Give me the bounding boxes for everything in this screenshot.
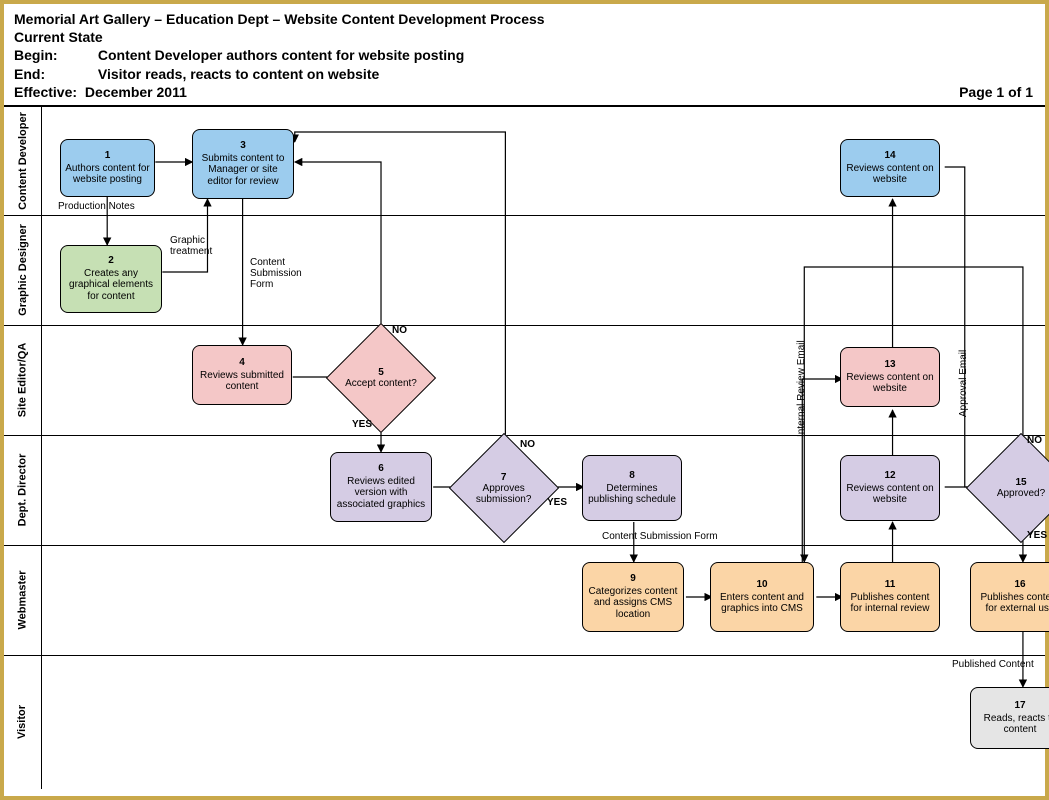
edge-label-yes-7: YES bbox=[547, 497, 567, 508]
end-label: End: bbox=[14, 65, 94, 83]
lane-label-webmaster: Webmaster bbox=[4, 545, 42, 655]
diagram-canvas: 1 Authors content for website posting 3 … bbox=[42, 107, 1045, 789]
step-4-reviews-submitted: 4 Reviews submitted content bbox=[192, 345, 292, 405]
step-11-publish-internal: 11 Publishes content for internal review bbox=[840, 562, 940, 632]
edge-label-content-submission-form: Content Submission Form bbox=[250, 257, 320, 290]
step-14-reviews-content: 14 Reviews content on website bbox=[840, 139, 940, 197]
diagram-end-row: End: Visitor reads, reacts to content on… bbox=[14, 65, 1035, 83]
edge-label-production-notes: Production Notes bbox=[58, 201, 135, 212]
effective-label: Effective: bbox=[14, 83, 77, 101]
lane-label-visitor: Visitor bbox=[4, 655, 42, 789]
edge-label-no-7: NO bbox=[520, 439, 535, 450]
step-1-authors-content: 1 Authors content for website posting bbox=[60, 139, 155, 197]
edge-label-no-5: NO bbox=[392, 325, 407, 336]
edge-label-yes-5: YES bbox=[352, 419, 372, 430]
effective-value: December 2011 bbox=[85, 84, 187, 100]
step-13-reviews-content: 13 Reviews content on website bbox=[840, 347, 940, 407]
step-16-publish-external: 16 Publishes content for external use bbox=[970, 562, 1049, 632]
diagram-begin-row: Begin: Content Developer authors content… bbox=[14, 46, 1035, 64]
diagram-title: Memorial Art Gallery – Education Dept – … bbox=[14, 10, 1035, 28]
swimlane-diagram: Memorial Art Gallery – Education Dept – … bbox=[0, 0, 1049, 800]
step-17-reads-reacts: 17 Reads, reacts to content bbox=[970, 687, 1049, 749]
step-6-reviews-edited: 6 Reviews edited version with associated… bbox=[330, 452, 432, 522]
edge-label-published-content: Published Content bbox=[952, 659, 1034, 670]
step-3-submits-content: 3 Submits content to Manager or site edi… bbox=[192, 129, 294, 199]
begin-label: Begin: bbox=[14, 46, 94, 64]
step-10-enters-cms: 10 Enters content and graphics into CMS bbox=[710, 562, 814, 632]
diagram-state: Current State bbox=[14, 28, 1035, 46]
decision-5-accept-content: 5Accept content? bbox=[326, 323, 436, 433]
step-8-publishing-schedule: 8 Determines publishing schedule bbox=[582, 455, 682, 521]
begin-value: Content Developer authors content for we… bbox=[98, 47, 464, 63]
edge-label-approval-email: Approval Email bbox=[958, 350, 969, 417]
edge-label-internal-review-email: Internal Review Email bbox=[796, 340, 807, 437]
edge-label-no-15: NO bbox=[1027, 435, 1042, 446]
lane-label-content-developer: Content Developer bbox=[4, 107, 42, 215]
edge-label-graphic-treatment: Graphic treatment bbox=[170, 235, 230, 257]
lane-label-site-editor-qa: Site Editor/QA bbox=[4, 325, 42, 435]
edge-label-yes-15: YES bbox=[1027, 530, 1047, 541]
edge-label-content-submission-form-2: Content Submission Form bbox=[602, 531, 718, 542]
lane-label-dept-director: Dept. Director bbox=[4, 435, 42, 545]
diagram-effective-row: Effective: December 2011 bbox=[14, 83, 1035, 101]
diagram-header: Memorial Art Gallery – Education Dept – … bbox=[4, 4, 1045, 107]
step-9-categorizes-cms: 9 Categorizes content and assigns CMS lo… bbox=[582, 562, 684, 632]
swimlane-body: Content Developer Graphic Designer Site … bbox=[4, 107, 1045, 789]
connector-lines bbox=[42, 107, 1045, 789]
decision-7-approves-submission: 7Approves submission? bbox=[449, 433, 559, 543]
step-2-creates-graphics: 2 Creates any graphical elements for con… bbox=[60, 245, 162, 313]
decision-15-approved: 15Approved? bbox=[966, 433, 1049, 543]
end-value: Visitor reads, reacts to content on webs… bbox=[98, 66, 379, 82]
lane-label-graphic-designer: Graphic Designer bbox=[4, 215, 42, 325]
step-12-reviews-content: 12 Reviews content on website bbox=[840, 455, 940, 521]
page-indicator: Page 1 of 1 bbox=[959, 83, 1033, 101]
